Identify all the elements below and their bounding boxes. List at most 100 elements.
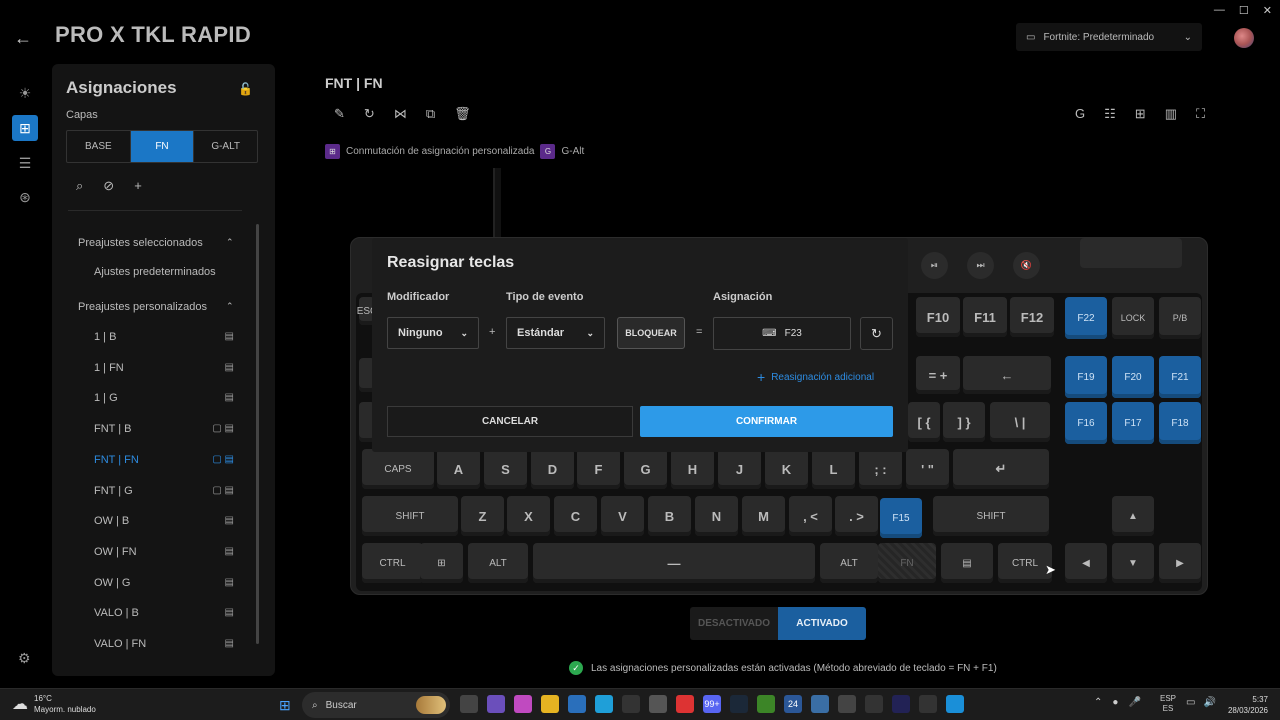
minecraft-icon[interactable] [757, 695, 775, 713]
key-lock[interactable]: LOCK [1112, 297, 1154, 339]
delete-icon[interactable]: 🗑 [454, 106, 471, 122]
steam-icon[interactable] [730, 695, 748, 713]
key-f12[interactable]: F12 [1010, 297, 1054, 337]
key-left-bracket[interactable]: [ { [908, 402, 940, 442]
lock-button[interactable]: BLOQUEAR [617, 317, 685, 349]
fullscreen-icon[interactable]: ⛶ [1196, 106, 1205, 122]
key-j[interactable]: J [718, 449, 761, 489]
settings-gear-icon[interactable]: ⚙ [18, 650, 31, 667]
volume-roller[interactable] [1080, 238, 1182, 268]
key-a[interactable]: A [437, 449, 480, 489]
key-caps[interactable]: CAPS [362, 449, 434, 489]
key-f10[interactable]: F10 [916, 297, 960, 337]
key-shift-left[interactable]: SHIFT [362, 496, 458, 536]
tab-base[interactable]: BASE [67, 131, 131, 162]
presets-filter-icon[interactable]: ⊘ [103, 178, 114, 194]
app-icon[interactable] [946, 695, 964, 713]
copilot-icon[interactable] [514, 695, 532, 713]
key-v[interactable]: V [601, 496, 644, 536]
g-logo-icon[interactable]: G [1075, 106, 1085, 122]
edit-icon[interactable]: ✎ [334, 106, 345, 122]
key-space[interactable]: — [533, 543, 815, 583]
lock-icon[interactable]: 🔓 [238, 82, 253, 96]
selected-presets-header[interactable]: Preajustes seleccionados ⌃ [78, 237, 234, 249]
display-icon[interactable]: ▭ [1186, 697, 1195, 708]
key-l[interactable]: L [812, 449, 855, 489]
obs-icon[interactable] [865, 695, 883, 713]
discord-icon[interactable]: 99+ [703, 695, 721, 713]
search-icon[interactable]: ⌕ [76, 178, 83, 194]
key-period[interactable]: . > [835, 496, 878, 536]
cancel-button[interactable]: CANCELAR [387, 406, 633, 437]
key-right-bracket[interactable]: ] } [943, 402, 985, 442]
custom-presets-header[interactable]: Preajustes personalizados ⌃ [78, 301, 234, 313]
duplicate-icon[interactable]: ⧉ [426, 106, 435, 122]
media-player-icon[interactable] [568, 695, 586, 713]
teams-icon[interactable] [487, 695, 505, 713]
minimize-button[interactable]: — [1214, 4, 1225, 17]
key-arrow-right[interactable]: ▶ [1159, 543, 1201, 583]
key-enter[interactable]: ↵ [953, 449, 1049, 489]
g-hub-icon[interactable] [919, 695, 937, 713]
key-b[interactable]: B [648, 496, 691, 536]
share-icon[interactable]: ⋈ [394, 106, 407, 122]
modifier-select[interactable]: Ninguno ⌄ [387, 317, 479, 349]
key-f[interactable]: F [577, 449, 620, 489]
key-comma[interactable]: , < [789, 496, 832, 536]
list-item[interactable]: Ajustes predeterminados [94, 266, 234, 278]
key-arrow-up[interactable]: ▲ [1112, 496, 1154, 536]
key-f17[interactable]: F17 [1112, 402, 1154, 444]
actuation-icon[interactable]: ☰ [12, 150, 38, 176]
list-item[interactable]: 1 | FN ▤ [94, 362, 234, 374]
store-icon[interactable] [649, 695, 667, 713]
volume-icon[interactable]: 🔊 [1203, 697, 1215, 708]
key-f21[interactable]: F21 [1159, 356, 1201, 398]
list-item[interactable]: OW | FN ▤ [94, 546, 234, 558]
task-view-icon[interactable] [460, 695, 478, 713]
reset-icon[interactable]: ↻ [860, 317, 893, 350]
key-m[interactable]: M [742, 496, 785, 536]
list-item[interactable]: 1 | B ▤ [94, 331, 234, 343]
language-indicator[interactable]: ESP ES [1160, 694, 1176, 714]
key-x[interactable]: X [507, 496, 550, 536]
key-f15[interactable]: F15 [880, 498, 922, 538]
key-fn[interactable]: FN [878, 543, 936, 583]
avatar[interactable] [1234, 28, 1254, 48]
windows-start-icon[interactable]: ⊞ [279, 697, 291, 714]
key-f19[interactable]: F19 [1065, 356, 1107, 398]
notification-icon[interactable]: ● [1112, 697, 1118, 708]
key-alt-right[interactable]: ALT [820, 543, 878, 583]
edge-icon[interactable] [595, 695, 613, 713]
add-icon[interactable]: + [134, 178, 142, 194]
back-arrow-icon[interactable]: ← [14, 28, 32, 49]
list-item[interactable]: FNT | B ▢ ▤ [94, 423, 234, 435]
clock[interactable]: 5:37 28/03/2026 [1222, 694, 1268, 716]
mute-icon[interactable]: 🔇 [1013, 252, 1040, 279]
key-f16[interactable]: F16 [1065, 402, 1107, 444]
lighting-icon[interactable]: ☀ [12, 80, 38, 106]
scrollbar[interactable] [256, 224, 259, 644]
audio-icon[interactable] [892, 695, 910, 713]
key-g[interactable]: G [624, 449, 667, 489]
weather-widget[interactable]: ☁ 16°C Mayorm. nublado [12, 693, 96, 715]
assignments-icon[interactable]: ⊞ [12, 115, 38, 141]
add-box-icon[interactable]: ⊞ [1135, 106, 1146, 122]
split-view-icon[interactable]: ▥ [1165, 106, 1177, 122]
key-alt-left[interactable]: ALT [468, 543, 528, 583]
key-f11[interactable]: F11 [963, 297, 1007, 337]
chevron-up-icon[interactable]: ⌃ [1094, 697, 1102, 708]
event-type-select[interactable]: Estándar ⌄ [506, 317, 605, 349]
key-f18[interactable]: F18 [1159, 402, 1201, 444]
tab-fn[interactable]: FN [130, 131, 195, 162]
toggle-on-option[interactable]: ACTIVADO [778, 607, 866, 640]
play-pause-icon[interactable]: ⏯ [921, 252, 948, 279]
teams-chat-icon[interactable]: 24 [784, 695, 802, 713]
key-d[interactable]: D [531, 449, 574, 489]
chrome-icon[interactable] [676, 695, 694, 713]
list-item[interactable]: 1 | G ▤ [94, 392, 234, 404]
key-z[interactable]: Z [461, 496, 504, 536]
additional-remap-link[interactable]: + Reasignación adicional [757, 369, 874, 385]
key-ctrl-left[interactable]: CTRL [362, 543, 423, 583]
key-f22[interactable]: F22 [1065, 297, 1107, 339]
key-s[interactable]: S [484, 449, 527, 489]
